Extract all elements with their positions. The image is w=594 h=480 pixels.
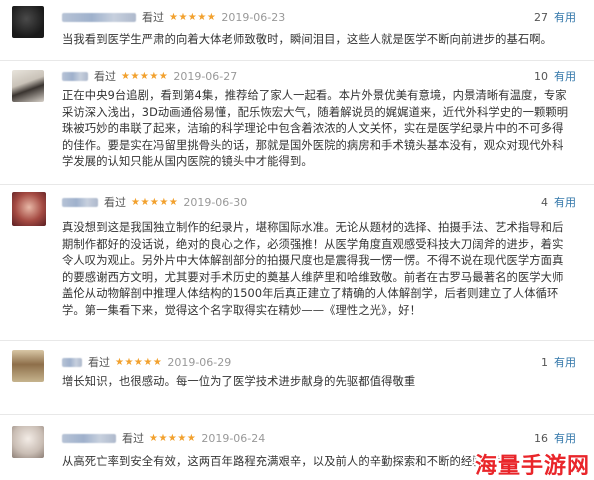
review-date: 2019-06-27	[173, 69, 238, 83]
vote-area: 4 有用	[541, 194, 576, 210]
review-text: 正在中央9台追剧，看到第4集，推荐给了家人一起看。本片外景优美有意境，内景清晰有…	[62, 89, 569, 169]
site-watermark: 海量手游网	[474, 454, 590, 479]
rating-stars: ★★★★★	[169, 11, 217, 23]
review-text: 增长知识，也很感动。每一位为了医学技术进步献身的先驱都值得敬重	[62, 375, 416, 388]
rating-stars: ★★★★★	[131, 196, 179, 208]
vote-area: 1 有用	[541, 354, 576, 370]
avatar[interactable]	[12, 426, 44, 458]
useful-button[interactable]: 有用	[554, 68, 576, 84]
review-date: 2019-06-29	[167, 355, 232, 369]
avatar[interactable]	[12, 70, 44, 102]
seen-label: 看过	[142, 11, 164, 24]
username-blurred[interactable]	[62, 433, 116, 443]
username-blurred[interactable]	[62, 12, 136, 22]
useful-button[interactable]: 有用	[554, 9, 576, 25]
vote-count: 27	[534, 10, 548, 24]
vote-count: 1	[541, 355, 548, 369]
divider	[0, 60, 594, 61]
username-blurred[interactable]	[62, 197, 98, 207]
vote-count: 16	[534, 431, 548, 445]
review-date: 2019-06-24	[201, 431, 266, 445]
avatar[interactable]	[12, 192, 46, 226]
username-blurred[interactable]	[62, 357, 82, 367]
review-meta: 看过 ★★★★★ 2019-06-30	[62, 194, 247, 210]
vote-area: 10 有用	[534, 68, 576, 84]
review-text: 从高死亡率到安全有效，这两百年路程充满艰辛，以及前人的辛勤探索和不断的经验总结	[62, 455, 507, 468]
seen-label: 看过	[88, 356, 110, 369]
useful-button[interactable]: 有用	[554, 194, 576, 210]
avatar[interactable]	[12, 350, 44, 382]
rating-stars: ★★★★★	[149, 432, 197, 444]
review-date: 2019-06-30	[183, 195, 248, 209]
vote-count: 10	[534, 69, 548, 83]
rating-stars: ★★★★★	[121, 70, 169, 82]
seen-label: 看过	[94, 70, 116, 83]
divider	[0, 414, 594, 415]
review-meta: 看过 ★★★★★ 2019-06-29	[62, 354, 231, 370]
rating-stars: ★★★★★	[115, 356, 163, 368]
vote-area: 16 有用	[534, 430, 576, 446]
review-meta: 看过 ★★★★★ 2019-06-27	[62, 68, 237, 84]
avatar[interactable]	[12, 6, 44, 38]
divider	[0, 184, 594, 185]
review-text: 真没想到这是我国独立制作的纪录片，堪称国际水准。无论从题材的选择、拍摄手法、艺术…	[62, 221, 564, 317]
vote-count: 4	[541, 195, 548, 209]
review-meta: 看过 ★★★★★ 2019-06-23	[62, 9, 285, 25]
vote-area: 27 有用	[534, 9, 576, 25]
seen-label: 看过	[122, 432, 144, 445]
review-date: 2019-06-23	[221, 10, 286, 24]
useful-button[interactable]: 有用	[554, 354, 576, 370]
divider	[0, 340, 594, 341]
seen-label: 看过	[104, 196, 126, 209]
review-meta: 看过 ★★★★★ 2019-06-24	[62, 430, 265, 446]
useful-button[interactable]: 有用	[554, 430, 576, 446]
review-text: 当我看到医学生严肃的向着大体老师致敬时，瞬间泪目，这些人就是医学不断向前进步的基…	[62, 33, 553, 46]
username-blurred[interactable]	[62, 71, 88, 81]
